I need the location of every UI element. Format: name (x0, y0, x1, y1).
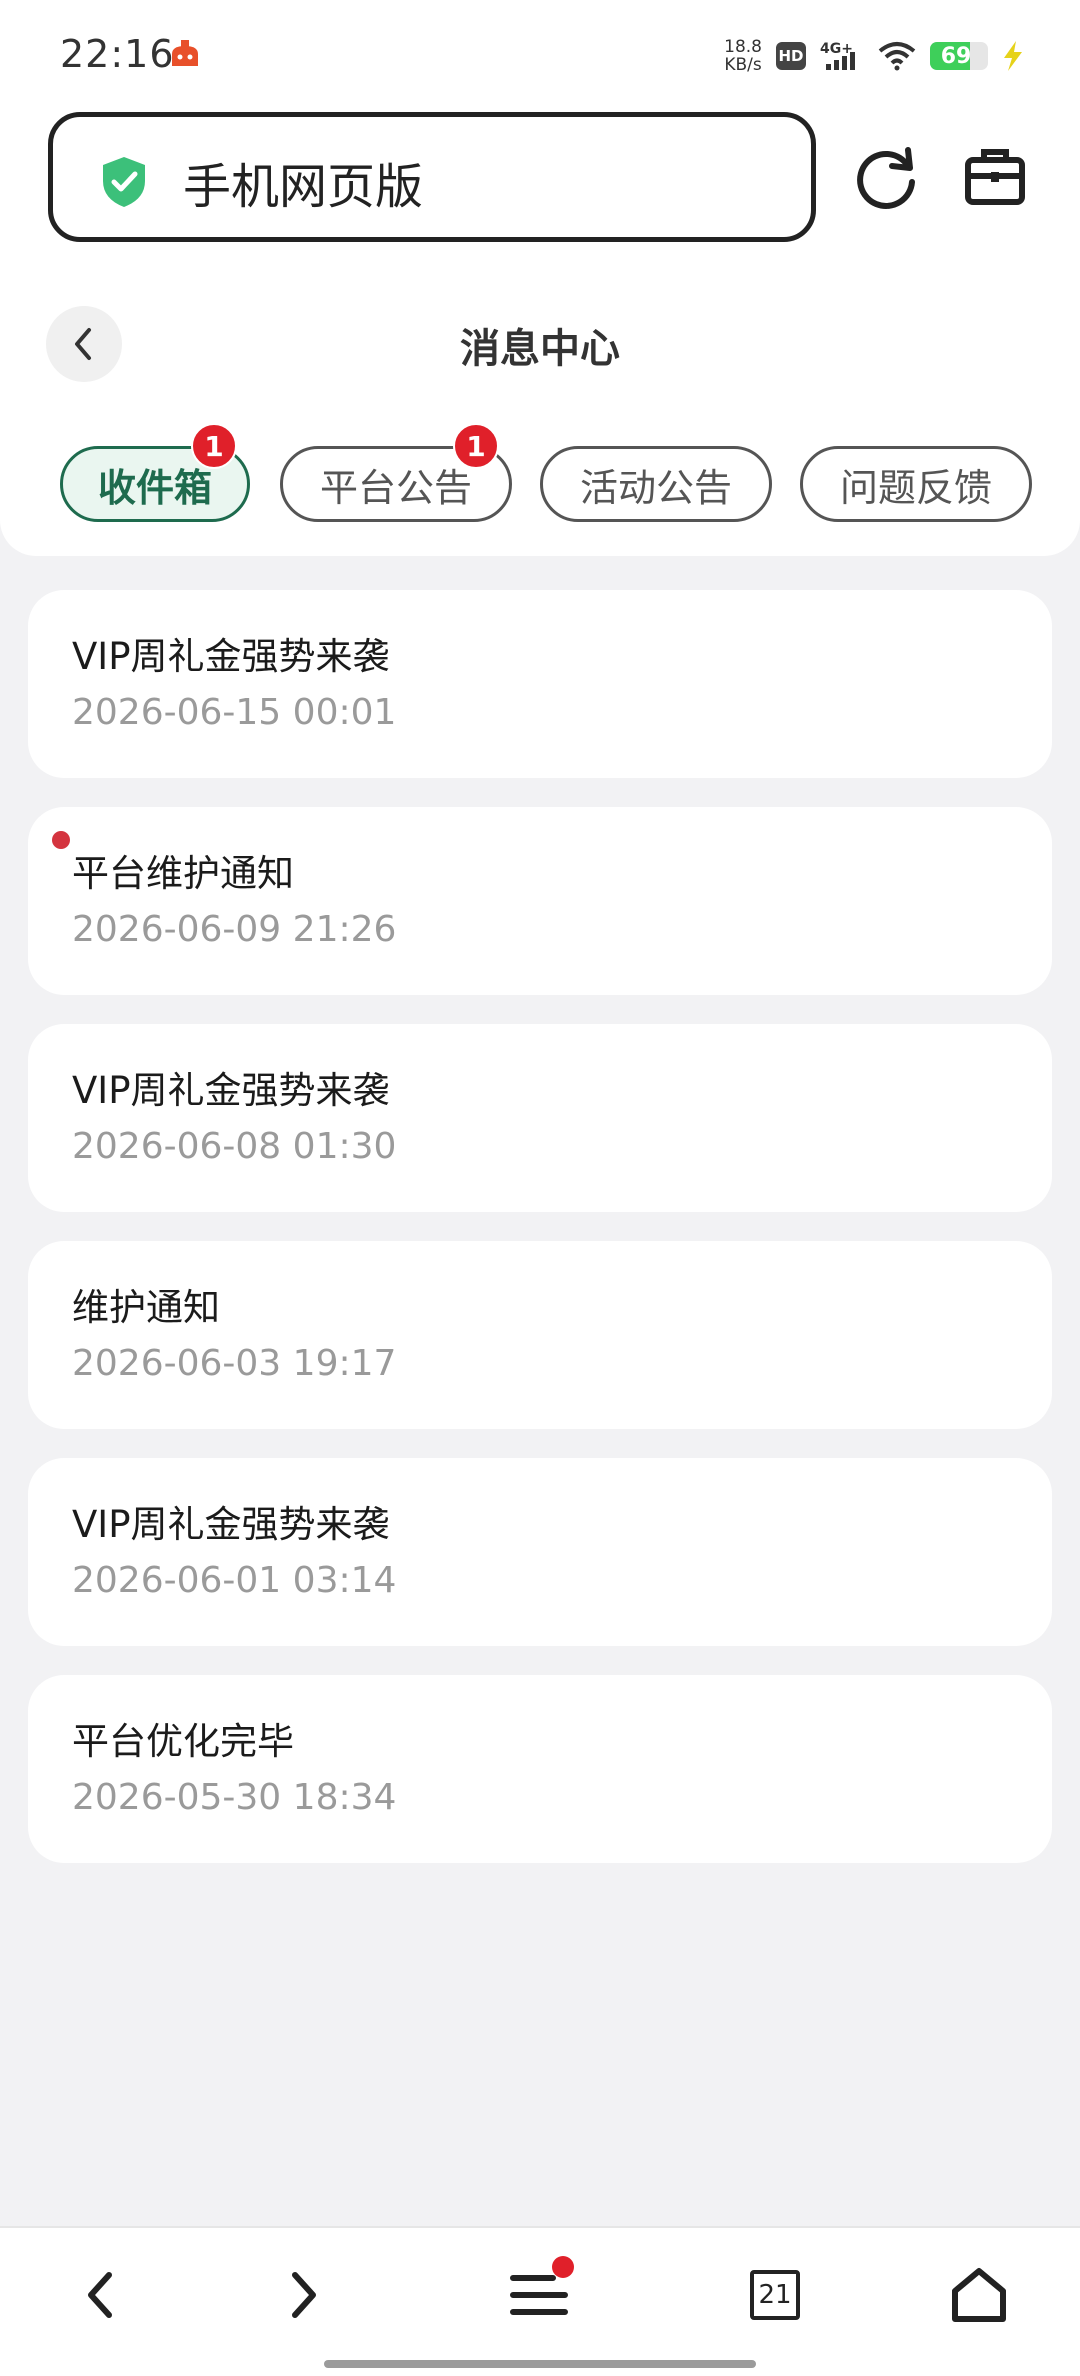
message-date: 2026-06-01 03:14 (72, 1560, 397, 1601)
message-item[interactable]: 平台优化完毕 2026-05-30 18:34 (28, 1675, 1052, 1863)
message-item[interactable]: VIP周礼金强势来袭 2026-06-08 01:30 (28, 1024, 1052, 1212)
nav-tabs-button[interactable]: 21 (730, 2250, 820, 2340)
toolbox-icon[interactable] (960, 142, 1030, 212)
menu-notification-dot (552, 2256, 574, 2278)
message-date: 2026-06-08 01:30 (72, 1126, 397, 1167)
battery-percent: 69 (940, 43, 972, 69)
chevron-left-icon (88, 2272, 112, 2318)
status-bar: 22:16 18.8 KB/s HD 4G+ 69 (0, 0, 1080, 112)
status-icons: 18.8 KB/s HD 4G+ 69 (724, 36, 1024, 76)
message-item[interactable]: 平台维护通知 2026-06-09 21:26 (28, 807, 1052, 995)
nav-back-button[interactable] (56, 2250, 146, 2340)
browser-toolbar: 手机网页版 (0, 112, 1080, 272)
message-title: 平台优化完毕 (72, 1720, 294, 1763)
tab-count: 21 (750, 2270, 800, 2320)
tab-platform-notice[interactable]: 平台公告 1 (280, 423, 512, 522)
page-header: 消息中心 收件箱 1 平台公告 1 活动公告 问题反馈 (0, 272, 1080, 556)
message-title: VIP周礼金强势来袭 (72, 1069, 390, 1112)
tab-label: 收件箱 (97, 465, 212, 510)
message-title: VIP周礼金强势来袭 (72, 1503, 390, 1546)
status-time: 22:16 (60, 32, 175, 76)
message-date: 2026-06-15 00:01 (72, 692, 397, 733)
home-icon (952, 2268, 1006, 2322)
browser-bottom-nav: 21 (0, 2226, 1080, 2376)
tab-label: 平台公告 (319, 465, 472, 510)
unread-count-badge: 1 (453, 423, 499, 469)
security-shield-icon (103, 157, 145, 207)
message-date: 2026-05-30 18:34 (72, 1777, 397, 1818)
home-indicator[interactable] (324, 2360, 756, 2368)
unread-dot (52, 831, 70, 849)
nav-forward-button[interactable] (258, 2250, 348, 2340)
nav-home-button[interactable] (934, 2250, 1024, 2340)
message-item[interactable]: VIP周礼金强势来袭 2026-06-01 03:14 (28, 1458, 1052, 1646)
reload-icon[interactable] (852, 142, 922, 212)
message-date: 2026-06-03 19:17 (72, 1343, 397, 1384)
message-title: 平台维护通知 (72, 852, 294, 895)
message-title: VIP周礼金强势来袭 (72, 635, 390, 678)
hd-icon: HD (776, 42, 806, 70)
wifi-icon (878, 42, 916, 71)
notification-app-icon (172, 40, 198, 66)
message-date: 2026-06-09 21:26 (72, 909, 397, 950)
unread-count-badge: 1 (191, 423, 237, 469)
address-text: 手机网页版 (183, 159, 424, 215)
tab-feedback[interactable]: 问题反馈 (800, 446, 1032, 522)
tab-label: 活动公告 (579, 465, 732, 510)
net-speed-unit: KB/s (724, 55, 762, 75)
net-speed: 18.8 KB/s (724, 38, 762, 74)
tab-inbox[interactable]: 收件箱 1 (60, 423, 250, 522)
tab-label: 问题反馈 (839, 465, 992, 510)
signal-icon: 4G+ (820, 41, 855, 70)
address-bar[interactable]: 手机网页版 (48, 112, 816, 242)
nav-menu-button[interactable] (494, 2250, 584, 2340)
message-item[interactable]: VIP周礼金强势来袭 2026-06-15 00:01 (28, 590, 1052, 778)
page-title: 消息中心 (460, 326, 620, 372)
chevron-right-icon (292, 2272, 316, 2318)
battery-indicator: 69 (930, 42, 988, 70)
message-title: 维护通知 (72, 1286, 220, 1329)
charging-icon (1004, 41, 1022, 71)
network-type-label: 4G+ (820, 41, 853, 57)
message-item[interactable]: 维护通知 2026-06-03 19:17 (28, 1241, 1052, 1429)
net-speed-value: 18.8 (724, 37, 762, 57)
tab-activity-notice[interactable]: 活动公告 (540, 446, 772, 522)
